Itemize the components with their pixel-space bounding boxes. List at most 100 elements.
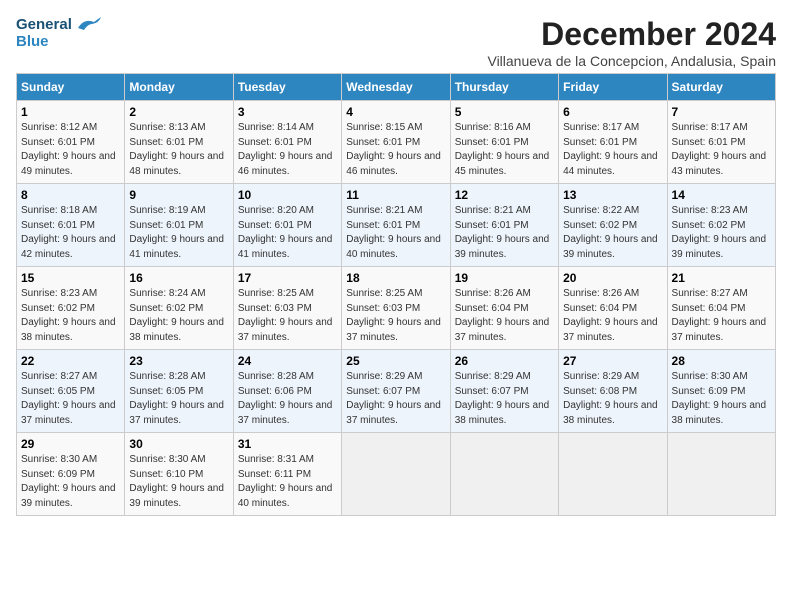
- calendar-cell: 29 Sunrise: 8:30 AM Sunset: 6:09 PM Dayl…: [17, 433, 125, 516]
- daylight: Daylight: 9 hours and 37 minutes.: [455, 317, 550, 343]
- sunrise: Sunrise: 8:25 AM: [346, 288, 422, 299]
- calendar-cell: 26 Sunrise: 8:29 AM Sunset: 6:07 PM Dayl…: [450, 350, 558, 433]
- daylight: Daylight: 9 hours and 38 minutes.: [455, 400, 550, 426]
- calendar-cell: 20 Sunrise: 8:26 AM Sunset: 6:04 PM Dayl…: [559, 267, 667, 350]
- sunset: Sunset: 6:04 PM: [672, 303, 746, 314]
- sunset: Sunset: 6:03 PM: [238, 303, 312, 314]
- sunset: Sunset: 6:04 PM: [563, 303, 637, 314]
- daylight: Daylight: 9 hours and 37 minutes.: [672, 317, 767, 343]
- day-info: Sunrise: 8:21 AM Sunset: 6:01 PM Dayligh…: [346, 204, 445, 262]
- sunrise: Sunrise: 8:14 AM: [238, 122, 314, 133]
- daylight: Daylight: 9 hours and 39 minutes.: [563, 234, 658, 260]
- day-info: Sunrise: 8:20 AM Sunset: 6:01 PM Dayligh…: [238, 204, 337, 262]
- sunrise: Sunrise: 8:15 AM: [346, 122, 422, 133]
- calendar-cell: 18 Sunrise: 8:25 AM Sunset: 6:03 PM Dayl…: [342, 267, 450, 350]
- day-info: Sunrise: 8:19 AM Sunset: 6:01 PM Dayligh…: [129, 204, 228, 262]
- daylight: Daylight: 9 hours and 44 minutes.: [563, 151, 658, 177]
- sunset: Sunset: 6:05 PM: [129, 386, 203, 397]
- logo-blue: Blue: [16, 34, 49, 51]
- sunrise: Sunrise: 8:13 AM: [129, 122, 205, 133]
- sunrise: Sunrise: 8:25 AM: [238, 288, 314, 299]
- calendar-day-header: Thursday: [450, 74, 558, 101]
- daylight: Daylight: 9 hours and 39 minutes.: [672, 234, 767, 260]
- day-info: Sunrise: 8:17 AM Sunset: 6:01 PM Dayligh…: [563, 121, 662, 179]
- sunrise: Sunrise: 8:19 AM: [129, 205, 205, 216]
- sunset: Sunset: 6:09 PM: [21, 469, 95, 480]
- sunset: Sunset: 6:06 PM: [238, 386, 312, 397]
- calendar-week-row: 8 Sunrise: 8:18 AM Sunset: 6:01 PM Dayli…: [17, 184, 776, 267]
- sunset: Sunset: 6:11 PM: [238, 469, 311, 480]
- daylight: Daylight: 9 hours and 41 minutes.: [238, 234, 333, 260]
- calendar-cell: 30 Sunrise: 8:30 AM Sunset: 6:10 PM Dayl…: [125, 433, 233, 516]
- calendar-cell: 16 Sunrise: 8:24 AM Sunset: 6:02 PM Dayl…: [125, 267, 233, 350]
- sunset: Sunset: 6:01 PM: [346, 137, 420, 148]
- day-number: 11: [346, 188, 445, 202]
- sunset: Sunset: 6:02 PM: [563, 220, 637, 231]
- daylight: Daylight: 9 hours and 37 minutes.: [563, 317, 658, 343]
- sunrise: Sunrise: 8:30 AM: [21, 454, 97, 465]
- daylight: Daylight: 9 hours and 37 minutes.: [346, 400, 441, 426]
- calendar-day-header: Tuesday: [233, 74, 341, 101]
- day-number: 20: [563, 271, 662, 285]
- calendar-cell: 1 Sunrise: 8:12 AM Sunset: 6:01 PM Dayli…: [17, 101, 125, 184]
- day-info: Sunrise: 8:30 AM Sunset: 6:09 PM Dayligh…: [672, 370, 771, 428]
- day-info: Sunrise: 8:29 AM Sunset: 6:07 PM Dayligh…: [455, 370, 554, 428]
- day-number: 27: [563, 354, 662, 368]
- day-number: 29: [21, 437, 120, 451]
- sunrise: Sunrise: 8:17 AM: [672, 122, 748, 133]
- sunrise: Sunrise: 8:24 AM: [129, 288, 205, 299]
- sunset: Sunset: 6:01 PM: [238, 137, 312, 148]
- sunset: Sunset: 6:01 PM: [238, 220, 312, 231]
- day-number: 28: [672, 354, 771, 368]
- logo-bird-icon: [74, 16, 102, 34]
- day-number: 6: [563, 105, 662, 119]
- day-info: Sunrise: 8:27 AM Sunset: 6:04 PM Dayligh…: [672, 287, 771, 345]
- day-number: 5: [455, 105, 554, 119]
- day-number: 16: [129, 271, 228, 285]
- sunrise: Sunrise: 8:29 AM: [346, 371, 422, 382]
- calendar-cell: 2 Sunrise: 8:13 AM Sunset: 6:01 PM Dayli…: [125, 101, 233, 184]
- calendar-header-row: SundayMondayTuesdayWednesdayThursdayFrid…: [17, 74, 776, 101]
- day-number: 15: [21, 271, 120, 285]
- daylight: Daylight: 9 hours and 46 minutes.: [238, 151, 333, 177]
- calendar-cell: 13 Sunrise: 8:22 AM Sunset: 6:02 PM Dayl…: [559, 184, 667, 267]
- calendar-cell: 23 Sunrise: 8:28 AM Sunset: 6:05 PM Dayl…: [125, 350, 233, 433]
- day-number: 13: [563, 188, 662, 202]
- calendar-cell: 22 Sunrise: 8:27 AM Sunset: 6:05 PM Dayl…: [17, 350, 125, 433]
- daylight: Daylight: 9 hours and 37 minutes.: [238, 400, 333, 426]
- daylight: Daylight: 9 hours and 39 minutes.: [129, 483, 224, 509]
- calendar-cell: 28 Sunrise: 8:30 AM Sunset: 6:09 PM Dayl…: [667, 350, 775, 433]
- daylight: Daylight: 9 hours and 38 minutes.: [21, 317, 116, 343]
- sunset: Sunset: 6:03 PM: [346, 303, 420, 314]
- calendar-day-header: Sunday: [17, 74, 125, 101]
- day-number: 9: [129, 188, 228, 202]
- calendar-cell: 25 Sunrise: 8:29 AM Sunset: 6:07 PM Dayl…: [342, 350, 450, 433]
- sunrise: Sunrise: 8:28 AM: [238, 371, 314, 382]
- sunrise: Sunrise: 8:23 AM: [21, 288, 97, 299]
- calendar-cell: 9 Sunrise: 8:19 AM Sunset: 6:01 PM Dayli…: [125, 184, 233, 267]
- sunset: Sunset: 6:09 PM: [672, 386, 746, 397]
- sunset: Sunset: 6:01 PM: [455, 220, 529, 231]
- daylight: Daylight: 9 hours and 37 minutes.: [129, 400, 224, 426]
- day-number: 19: [455, 271, 554, 285]
- sunrise: Sunrise: 8:31 AM: [238, 454, 314, 465]
- calendar-cell: 12 Sunrise: 8:21 AM Sunset: 6:01 PM Dayl…: [450, 184, 558, 267]
- daylight: Daylight: 9 hours and 37 minutes.: [238, 317, 333, 343]
- day-number: 21: [672, 271, 771, 285]
- daylight: Daylight: 9 hours and 40 minutes.: [346, 234, 441, 260]
- day-info: Sunrise: 8:24 AM Sunset: 6:02 PM Dayligh…: [129, 287, 228, 345]
- daylight: Daylight: 9 hours and 42 minutes.: [21, 234, 116, 260]
- day-number: 25: [346, 354, 445, 368]
- calendar-day-header: Wednesday: [342, 74, 450, 101]
- calendar-cell: 17 Sunrise: 8:25 AM Sunset: 6:03 PM Dayl…: [233, 267, 341, 350]
- sunrise: Sunrise: 8:29 AM: [563, 371, 639, 382]
- sunrise: Sunrise: 8:16 AM: [455, 122, 531, 133]
- sunrise: Sunrise: 8:12 AM: [21, 122, 97, 133]
- sunset: Sunset: 6:07 PM: [346, 386, 420, 397]
- day-info: Sunrise: 8:25 AM Sunset: 6:03 PM Dayligh…: [238, 287, 337, 345]
- title-block: December 2024 Villanueva de la Concepcio…: [487, 16, 776, 69]
- sunset: Sunset: 6:04 PM: [455, 303, 529, 314]
- daylight: Daylight: 9 hours and 40 minutes.: [238, 483, 333, 509]
- sunrise: Sunrise: 8:18 AM: [21, 205, 97, 216]
- day-info: Sunrise: 8:27 AM Sunset: 6:05 PM Dayligh…: [21, 370, 120, 428]
